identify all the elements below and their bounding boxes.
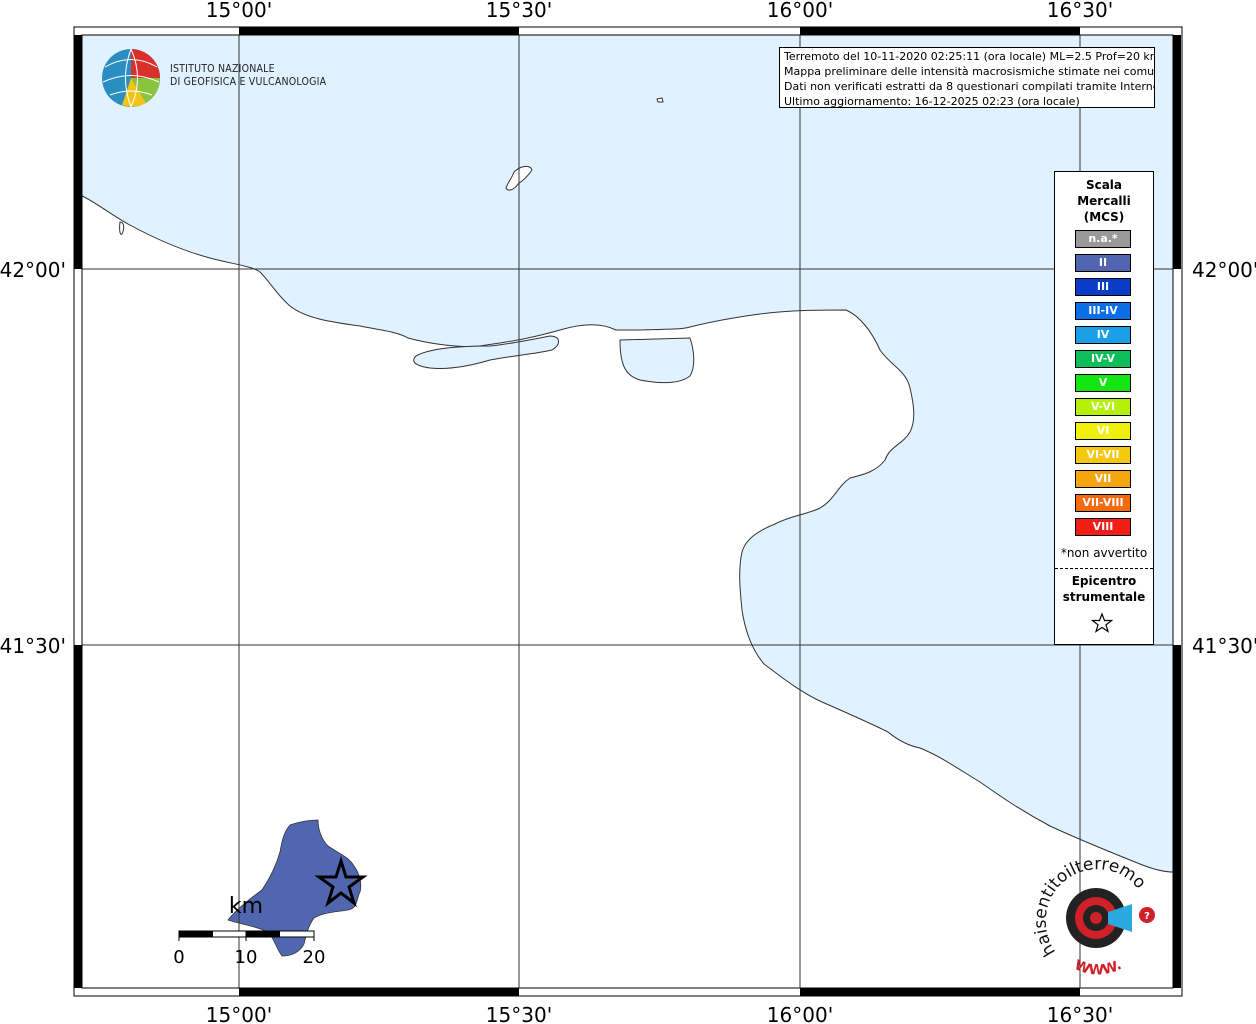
legend-item-vi-vii: VI-VII bbox=[1075, 446, 1131, 464]
legend-item-vii-viii: VII-VIII bbox=[1075, 494, 1131, 512]
lon-label-bottom-3: 16°00' bbox=[767, 1003, 833, 1024]
legend-note: *non avvertito bbox=[1060, 546, 1148, 560]
scale-unit: km bbox=[229, 894, 263, 919]
legend-item-vi: VI bbox=[1075, 422, 1131, 440]
globe-icon bbox=[102, 48, 161, 108]
ingv-line-2: DI GEOFISICA E VULCANOLOGIA bbox=[170, 76, 327, 88]
mcs-legend: Scala Mercalli (MCS) n.a.* II III III-IV IV I… bbox=[1054, 171, 1154, 645]
ingv-logo: ISTITUTO NAZIONALE DI GEOFISICA E VULCAN… bbox=[100, 47, 326, 111]
lon-label-bottom-2: 15°30' bbox=[486, 1003, 552, 1024]
legend-item-v: V bbox=[1075, 374, 1131, 392]
legend-item-ii: II bbox=[1075, 254, 1131, 272]
legend-title-line-3: (MCS) bbox=[1083, 210, 1125, 224]
event-info-box: Terremoto del 10-11-2020 02:25:11 (ora l… bbox=[779, 47, 1155, 108]
legend-epicenter-line-2: strumentale bbox=[1062, 590, 1146, 604]
hsit-logo: haisentitoilterremoto.it WWW. ? bbox=[1029, 845, 1164, 980]
scale-tick-0: 0 bbox=[173, 947, 184, 968]
scale-tick-20: 20 bbox=[303, 947, 326, 968]
scale-tick-10: 10 bbox=[235, 947, 258, 968]
lat-label-left-2: 41°30' bbox=[0, 634, 66, 658]
lat-label-right-1: 42°00' bbox=[1192, 258, 1256, 282]
lon-label-top-4: 16°30' bbox=[1047, 0, 1113, 22]
legend-title: Scala Mercalli (MCS) bbox=[1055, 177, 1153, 225]
legend-items: n.a.* II III III-IV IV IV-V V V-VI VI VI-VII VII VI… bbox=[1075, 230, 1131, 542]
lon-label-top-3: 16°00' bbox=[767, 0, 833, 22]
legend-item-iii: III bbox=[1075, 278, 1131, 296]
lon-label-top-1: 15°00' bbox=[206, 0, 272, 22]
legend-epicenter: Epicentro strumentale bbox=[1055, 573, 1153, 605]
hsit-logo-icon: haisentitoilterremoto.it WWW. ? bbox=[1029, 845, 1155, 979]
info-line-4: Ultimo aggiornamento: 16-12-2025 02:23 (… bbox=[784, 95, 1080, 108]
legend-separator bbox=[1055, 568, 1153, 569]
svg-text:?: ? bbox=[1144, 911, 1150, 922]
island-small bbox=[119, 221, 125, 235]
legend-item-iv-v: IV-V bbox=[1075, 350, 1131, 368]
island-pianosa bbox=[656, 97, 664, 103]
ingv-logo-text: ISTITUTO NAZIONALE DI GEOFISICA E VULCAN… bbox=[170, 63, 326, 89]
legend-title-line-1: Scala bbox=[1085, 178, 1123, 192]
legend-item-v-vi: V-VI bbox=[1075, 398, 1131, 416]
legend-item-vii: VII bbox=[1075, 470, 1131, 488]
lagoon-varano bbox=[619, 337, 695, 384]
lon-label-bottom-4: 16°30' bbox=[1047, 1003, 1113, 1024]
lat-label-right-2: 41°30' bbox=[1192, 634, 1256, 658]
info-line-2: Mappa preliminare delle intensità macros… bbox=[784, 65, 1155, 78]
legend-item-viii: VIII bbox=[1075, 518, 1131, 536]
info-line-1: Terremoto del 10-11-2020 02:25:11 (ora l… bbox=[784, 50, 1155, 63]
legend-item-na: n.a.* bbox=[1075, 230, 1131, 248]
star-icon bbox=[1091, 612, 1113, 633]
legend-title-line-2: Mercalli bbox=[1077, 194, 1131, 208]
legend-item-iii-iv: III-IV bbox=[1075, 302, 1131, 320]
legend-item-iv: IV bbox=[1075, 326, 1131, 344]
hsit-url: WWW. bbox=[1072, 957, 1124, 979]
ingv-line-1: ISTITUTO NAZIONALE bbox=[170, 63, 275, 75]
legend-epicenter-line-1: Epicentro bbox=[1071, 574, 1137, 588]
lat-label-left-1: 42°00' bbox=[0, 258, 66, 282]
lon-label-top-2: 15°30' bbox=[486, 0, 552, 22]
lon-label-bottom-1: 15°00' bbox=[206, 1003, 272, 1024]
info-line-3: Dati non verificati estratti da 8 questi… bbox=[784, 80, 1155, 93]
